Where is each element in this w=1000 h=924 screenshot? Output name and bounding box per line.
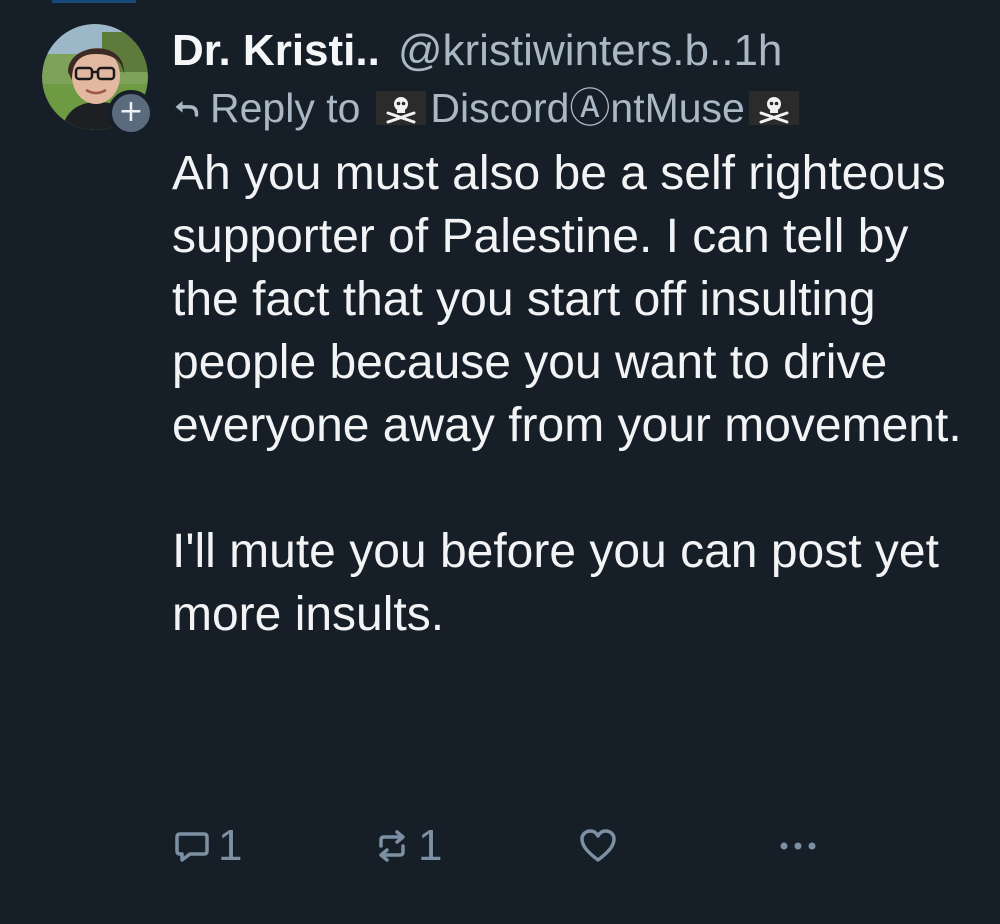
reply-arrow-icon (175, 101, 199, 117)
post-actions: 1 1 (172, 818, 832, 874)
author-handle[interactable]: @kristiwinters.b.. (398, 26, 734, 75)
repost-arrows-icon (379, 830, 405, 862)
reply-context[interactable]: Reply to DiscordⒶntMuse (172, 80, 972, 136)
post-content: Dr. Kristi.. @kristiwinters.b..1h Reply t… (172, 22, 972, 646)
avatar[interactable]: + (42, 24, 154, 136)
repost-button[interactable]: 1 (372, 818, 442, 874)
post-card[interactable]: + Dr. Kristi.. @kristiwinters.b..1h Reply… (0, 0, 1000, 924)
follow-plus-icon[interactable]: + (108, 90, 154, 136)
reply-target[interactable]: DiscordⒶntMuse (374, 80, 800, 136)
like-button[interactable] (578, 818, 618, 874)
ellipsis-icon (780, 842, 816, 850)
reply-count: 1 (218, 821, 243, 870)
speech-bubble-icon (175, 832, 209, 862)
post-header: Dr. Kristi.. @kristiwinters.b..1h (172, 22, 972, 80)
reply-target-name: DiscordⒶntMuse (430, 85, 745, 131)
more-options-button[interactable] (776, 818, 820, 874)
repost-count: 1 (418, 821, 443, 870)
reply-button[interactable]: 1 (172, 818, 242, 874)
reply-label: Reply to (210, 85, 361, 131)
heart-icon (580, 829, 616, 862)
pirate-flag-icon (376, 91, 427, 125)
pirate-flag-icon (748, 91, 799, 125)
post-time[interactable]: 1h (733, 26, 782, 75)
post-text: Ah you must also be a self righteous sup… (172, 147, 962, 641)
author-name[interactable]: Dr. Kristi.. (172, 26, 380, 75)
